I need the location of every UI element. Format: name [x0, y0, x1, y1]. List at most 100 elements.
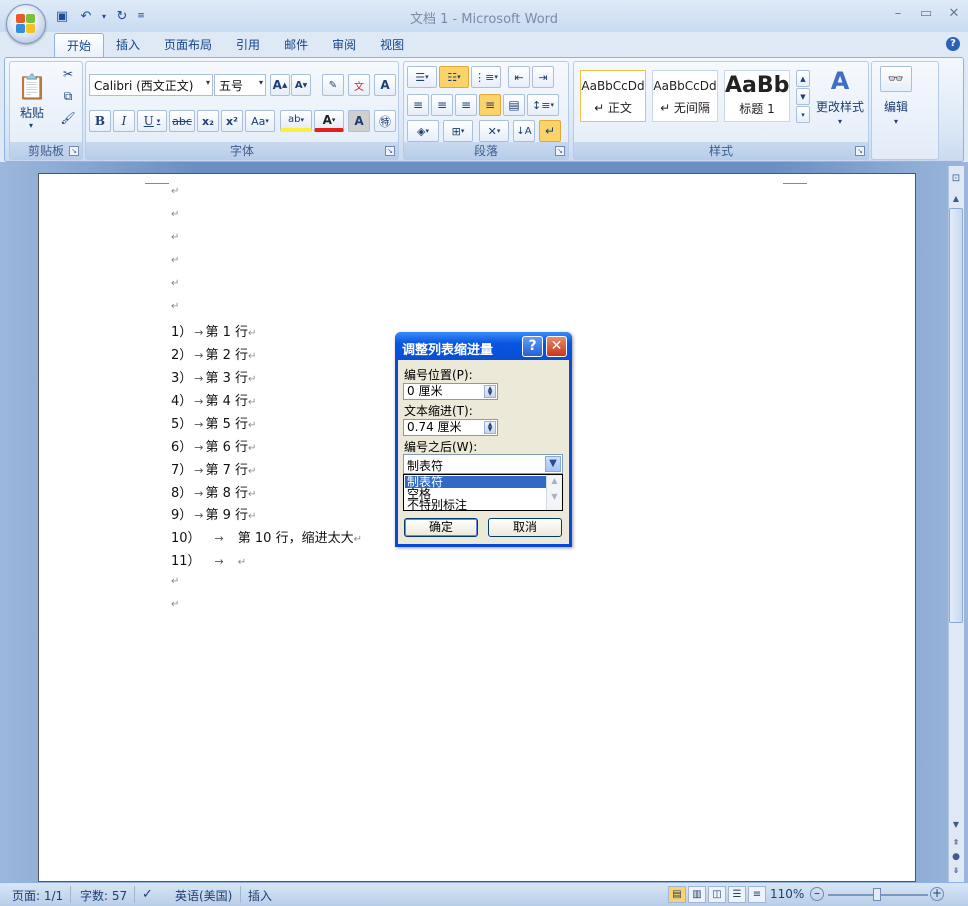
font-color-icon[interactable]: A ▾ — [314, 110, 344, 132]
insert-mode[interactable]: 插入 — [248, 887, 272, 904]
ok-button[interactable]: 确定 — [404, 518, 478, 537]
list-item[interactable]: 11） → ↵ — [171, 550, 246, 569]
scroll-down-icon[interactable]: ▼ — [547, 487, 562, 507]
chevron-down-icon[interactable]: ▼ — [545, 456, 561, 472]
help-icon[interactable]: ? — [946, 37, 960, 51]
close-icon[interactable]: ✕ — [946, 6, 962, 22]
empty-paragraph[interactable]: ↵ — [171, 206, 179, 221]
grow-font-icon[interactable]: A ▲ — [270, 74, 290, 96]
empty-paragraph[interactable]: ↵ — [171, 229, 179, 244]
minimize-icon[interactable]: – — [890, 6, 906, 22]
decrease-indent-icon[interactable]: ⇤ — [508, 66, 530, 88]
dialog-help-icon[interactable]: ? — [522, 336, 543, 357]
clear-format-icon[interactable]: ✎ — [322, 74, 344, 96]
list-item[interactable]: 6） → 第 6 行↵ — [171, 436, 256, 455]
scrollbar-thumb[interactable] — [949, 208, 963, 623]
change-styles-button[interactable]: 更改样式 — [812, 98, 868, 114]
tab-insert[interactable]: 插入 — [104, 33, 152, 57]
copy-icon[interactable]: ⧉ — [58, 86, 78, 106]
full-screen-reading-icon[interactable]: ▥ — [688, 886, 706, 903]
font-name-combo[interactable]: Calibri (西文正文) ▾ — [89, 74, 213, 96]
zoom-slider-thumb[interactable] — [873, 888, 881, 901]
borders-icon[interactable]: ⊞ ▾ — [443, 120, 473, 142]
change-styles-icon[interactable]: A — [822, 66, 858, 96]
option-nothing[interactable]: 不特别标注 — [405, 499, 546, 511]
underline-icon[interactable]: U ▾ — [137, 110, 167, 132]
list-item[interactable]: 3） → 第 3 行↵ — [171, 367, 256, 386]
superscript-icon[interactable]: x² — [221, 110, 243, 132]
print-layout-icon[interactable]: ▤ — [668, 886, 686, 903]
scroll-up-icon[interactable]: ▲ — [949, 192, 963, 206]
outline-view-icon[interactable]: ☰ — [728, 886, 746, 903]
editing-dropdown-icon[interactable]: ▾ — [888, 116, 904, 126]
clipboard-launcher-icon[interactable]: ↘ — [69, 146, 79, 156]
dialog-close-icon[interactable]: ✕ — [546, 336, 567, 357]
italic-icon[interactable]: I — [113, 110, 135, 132]
paragraph-launcher-icon[interactable]: ↘ — [555, 146, 565, 156]
empty-paragraph[interactable]: ↵ — [171, 573, 179, 588]
zoom-out-icon[interactable]: – — [810, 887, 824, 901]
highlight-icon[interactable]: ab ▾ — [280, 110, 312, 132]
next-page-icon[interactable]: ⇟ — [949, 864, 963, 878]
maximize-icon[interactable]: ▭ — [918, 6, 934, 22]
subscript-icon[interactable]: x₂ — [197, 110, 219, 132]
list-item[interactable]: 1） → 第 1 行↵ — [171, 321, 256, 340]
format-painter-icon[interactable]: 🖌 — [58, 108, 78, 128]
align-center-icon[interactable]: ≡ — [431, 94, 453, 116]
justify-icon[interactable]: ≡ — [479, 94, 501, 116]
tab-review[interactable]: 审阅 — [320, 33, 368, 57]
bullets-icon[interactable]: ☰ ▾ — [407, 66, 437, 88]
tab-view[interactable]: 视图 — [368, 33, 416, 57]
font-launcher-icon[interactable]: ↘ — [385, 146, 395, 156]
character-border-icon[interactable]: A — [374, 74, 396, 96]
binoculars-icon[interactable]: 👓 — [880, 66, 912, 92]
list-item[interactable]: 2） → 第 2 行↵ — [171, 344, 256, 363]
paste-button[interactable]: 粘贴 — [12, 104, 52, 120]
scroll-down-icon[interactable]: ▼ — [949, 818, 963, 832]
styles-launcher-icon[interactable]: ↘ — [855, 146, 865, 156]
list-item[interactable]: 10） → 第 10 行，缩进太大↵ — [171, 527, 362, 546]
proofing-icon[interactable]: ✓ — [142, 887, 153, 902]
align-left-icon[interactable]: ≡ — [407, 94, 429, 116]
style-normal[interactable]: AaBbCcDd ↵ 正文 — [580, 70, 646, 122]
list-item[interactable]: 5） → 第 5 行↵ — [171, 413, 256, 432]
list-item[interactable]: 9） → 第 9 行↵ — [171, 504, 256, 523]
align-right-icon[interactable]: ≡ — [455, 94, 477, 116]
phonetic-guide-icon[interactable]: 文 — [348, 74, 370, 96]
editing-button[interactable]: 编辑 — [876, 98, 916, 114]
tab-mailings[interactable]: 邮件 — [272, 33, 320, 57]
web-layout-icon[interactable]: ◫ — [708, 886, 726, 903]
show-hide-marks-icon[interactable]: ↵ — [539, 120, 561, 142]
options-scrollbar[interactable]: ▲ ▼ — [546, 475, 562, 510]
numbering-icon[interactable]: ☷ ▾ — [439, 66, 469, 88]
style-heading-1[interactable]: AaBb 标题 1 — [724, 70, 790, 122]
empty-paragraph[interactable]: ↵ — [171, 596, 179, 611]
scroll-up-icon[interactable]: ▲ — [547, 475, 562, 487]
line-spacing-icon[interactable]: ↕≡ ▾ — [527, 94, 559, 116]
character-shading-icon[interactable]: A — [348, 110, 370, 132]
increase-indent-icon[interactable]: ⇥ — [532, 66, 554, 88]
bold-icon[interactable]: B — [89, 110, 111, 132]
page-count[interactable]: 页面: 1/1 — [12, 887, 63, 904]
list-item[interactable]: 4） → 第 4 行↵ — [171, 390, 256, 409]
paste-icon[interactable]: 📋 — [14, 66, 50, 108]
empty-paragraph[interactable]: ↵ — [171, 275, 179, 290]
ruler-toggle-icon[interactable]: ⊡ — [949, 172, 963, 186]
follow-number-options[interactable]: 制表符 空格 不特别标注 — [403, 474, 563, 511]
styles-more-icon[interactable]: ▾ — [796, 106, 810, 123]
select-browse-object-icon[interactable]: ● — [949, 850, 963, 864]
text-indent-field[interactable]: 0.74 厘米 ▲ ▼ — [403, 419, 498, 436]
spin-arrows-icon[interactable]: ▲ ▼ — [484, 385, 496, 398]
empty-paragraph[interactable]: ↵ — [171, 183, 179, 198]
sort-icon[interactable]: ↓A — [513, 120, 535, 142]
tab-references[interactable]: 引用 — [224, 33, 272, 57]
language-indicator[interactable]: 英语(美国) — [175, 887, 232, 904]
follow-number-select[interactable]: 制表符 — [403, 454, 563, 474]
zoom-in-icon[interactable]: + — [930, 887, 944, 901]
styles-scroll-down-icon[interactable]: ▼ — [796, 88, 810, 105]
number-position-field[interactable]: 0 厘米 ▲ ▼ — [403, 383, 498, 400]
styles-scroll-up-icon[interactable]: ▲ — [796, 70, 810, 87]
tab-home[interactable]: 开始 — [54, 33, 105, 57]
shading-icon[interactable]: ◈ ▾ — [407, 120, 439, 142]
style-no-spacing[interactable]: AaBbCcDd ↵ 无间隔 — [652, 70, 718, 122]
